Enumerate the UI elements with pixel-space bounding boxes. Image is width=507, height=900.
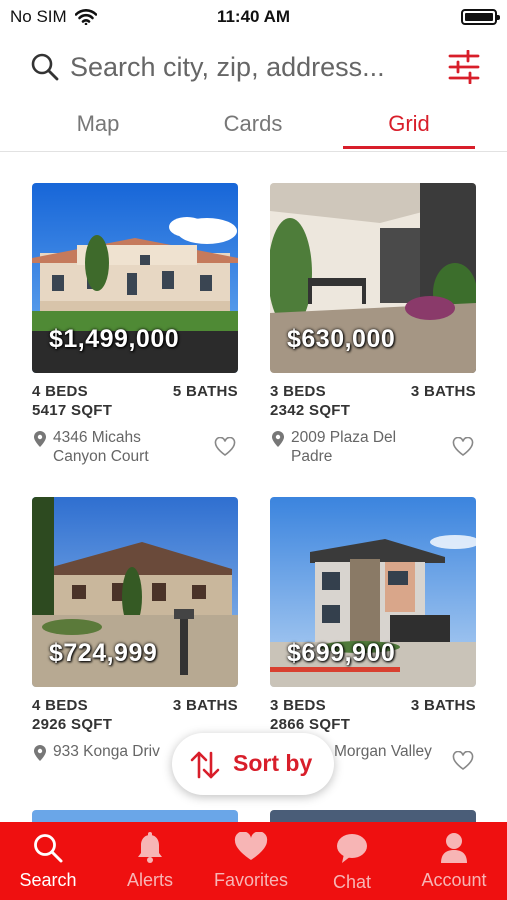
- listing-price: $724,999: [49, 639, 158, 667]
- search-bar[interactable]: Search city, zip, address...: [30, 46, 480, 90]
- listing-sqft: 2866 SQFT: [270, 716, 351, 733]
- tab-grid[interactable]: Grid: [344, 111, 474, 137]
- search-icon: [31, 53, 59, 81]
- bell-icon: [138, 832, 162, 863]
- listing-beds: 4 BEDS: [32, 697, 88, 714]
- listing-address: 4346 Micahs Canyon Court: [53, 429, 149, 465]
- favorite-heart-icon[interactable]: [214, 437, 236, 457]
- favorite-heart-icon[interactable]: [452, 751, 474, 771]
- heart-icon: [234, 832, 268, 860]
- sort-arrows-icon: [190, 751, 220, 779]
- listing-beds: 3 BEDS: [270, 697, 326, 714]
- person-icon: [441, 833, 467, 863]
- battery-icon: [461, 9, 500, 25]
- listing-address: 2009 Plaza Del Padre: [291, 429, 397, 465]
- status-time: 11:40 AM: [216, 7, 291, 26]
- nav-alerts-label: Alerts: [126, 870, 173, 890]
- status-bar: No SIM 11:40 AM: [0, 0, 507, 34]
- chat-bubble-icon: [337, 834, 367, 863]
- nav-favorites-label: Favorites: [213, 870, 289, 890]
- listing-price: $1,499,000: [49, 325, 180, 353]
- favorite-heart-icon[interactable]: [452, 437, 474, 457]
- listing-baths: 3 BATHS: [410, 383, 476, 400]
- listing-sqft: 2342 SQFT: [270, 402, 351, 419]
- filter-sliders-icon[interactable]: [448, 50, 480, 84]
- nav-chat[interactable]: Chat: [302, 822, 402, 900]
- listing-address: Morgan Valley: [334, 743, 432, 760]
- nav-favorites[interactable]: Favorites: [201, 822, 301, 900]
- search-icon: [34, 834, 63, 863]
- active-tab-indicator: [343, 146, 475, 149]
- sort-by-label: Sort by: [233, 750, 313, 776]
- nav-account-label: Account: [421, 870, 487, 890]
- nav-search-label: Search: [19, 870, 77, 890]
- nav-account[interactable]: Account: [404, 822, 504, 900]
- location-pin-icon: [34, 745, 46, 761]
- bottom-navigation: Search Alerts Favorites Chat Account: [0, 822, 507, 900]
- listing-sqft: 2926 SQFT: [32, 716, 113, 733]
- listing-baths: 5 BATHS: [172, 383, 238, 400]
- view-tabs: Map Cards Grid: [0, 105, 507, 152]
- sort-by-button[interactable]: Sort by: [172, 733, 334, 795]
- listing-price: $699,900: [287, 639, 396, 667]
- location-pin-icon: [272, 431, 284, 447]
- nav-search[interactable]: Search: [0, 822, 98, 900]
- listing-sqft: 5417 SQFT: [32, 402, 113, 419]
- listing-beds: 3 BEDS: [270, 383, 326, 400]
- listing-baths: 3 BATHS: [172, 697, 238, 714]
- tab-cards[interactable]: Cards: [188, 111, 318, 137]
- location-pin-icon: [34, 431, 46, 447]
- listing-beds: 4 BEDS: [32, 383, 88, 400]
- tab-map[interactable]: Map: [33, 111, 163, 137]
- search-input[interactable]: Search city, zip, address...: [70, 52, 385, 83]
- listing-price: $630,000: [287, 325, 396, 353]
- nav-alerts[interactable]: Alerts: [100, 822, 200, 900]
- nav-chat-label: Chat: [332, 872, 372, 892]
- listing-baths: 3 BATHS: [410, 697, 476, 714]
